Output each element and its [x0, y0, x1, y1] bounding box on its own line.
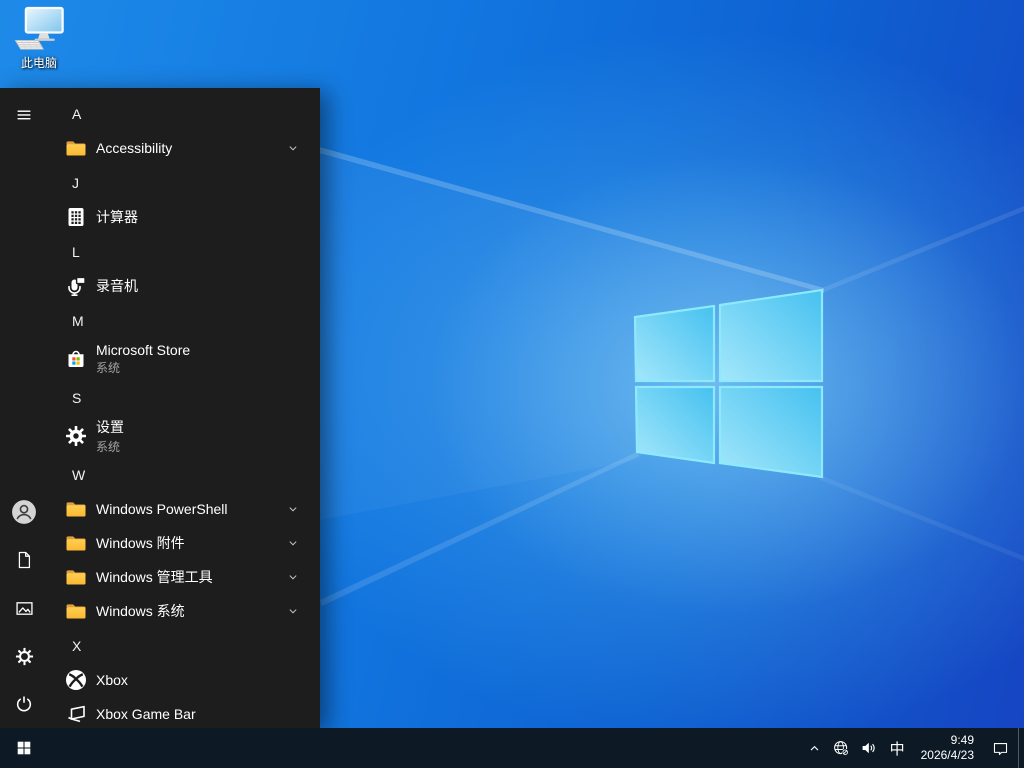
- chevron-down-icon: [286, 570, 300, 584]
- folder-icon: [64, 136, 88, 160]
- clock-date: 2026/4/23: [921, 748, 974, 763]
- app-item-settings[interactable]: 设置系统: [48, 415, 320, 457]
- desktop-icon-this-pc[interactable]: 此电脑: [6, 6, 72, 71]
- rail-settings-button[interactable]: [0, 632, 48, 680]
- chevron-down-icon: [286, 141, 300, 155]
- app-item-subtitle: 系统: [96, 359, 190, 376]
- app-item-label: Windows 系统: [96, 601, 185, 621]
- app-item-windows-system[interactable]: Windows 系统: [48, 594, 320, 628]
- gear-o-icon: [14, 646, 35, 667]
- pics-icon: [14, 598, 35, 619]
- app-item-label: Windows 管理工具: [96, 567, 213, 587]
- gear-icon: [64, 424, 88, 448]
- windows-logo-icon: [15, 739, 33, 757]
- tray-show-hidden-icons-button[interactable]: [802, 728, 827, 768]
- app-item-windows-accessories[interactable]: Windows 附件: [48, 526, 320, 560]
- app-item-label: 录音机: [96, 276, 138, 296]
- app-item-label: Microsoft Store: [96, 342, 190, 358]
- tray-network-button[interactable]: [827, 728, 855, 768]
- start-menu: AAccessibilityJ计算器L录音机MMicrosoft Store系统…: [0, 88, 320, 728]
- power-icon: [14, 694, 34, 714]
- user-icon: [11, 499, 37, 525]
- rail-pictures-button[interactable]: [0, 584, 48, 632]
- section-header-s[interactable]: S: [48, 380, 320, 415]
- action-center-button[interactable]: [983, 728, 1018, 768]
- start-menu-rail: [0, 88, 48, 728]
- gamebar-icon: [64, 702, 88, 726]
- app-item-label: Xbox: [96, 672, 128, 688]
- system-tray: 中 9:49 2026/4/23: [802, 728, 1024, 768]
- section-header-j[interactable]: J: [48, 165, 320, 200]
- section-letter: M: [72, 313, 84, 329]
- section-letter: J: [72, 175, 79, 191]
- app-item-label: 设置: [96, 417, 124, 437]
- folder-icon: [64, 531, 88, 555]
- app-item-windows-admin-tools[interactable]: Windows 管理工具: [48, 560, 320, 594]
- app-item-label: Windows PowerShell: [96, 501, 228, 517]
- section-header-a[interactable]: A: [48, 96, 320, 131]
- chevron-down-icon: [286, 502, 300, 516]
- recorder-icon: [64, 274, 88, 298]
- xbox-icon: [64, 668, 88, 692]
- section-letter: S: [72, 390, 81, 406]
- app-item-xbox[interactable]: Xbox: [48, 663, 320, 697]
- doc-icon: [14, 550, 34, 570]
- start-button[interactable]: [0, 728, 48, 768]
- app-item-calculator[interactable]: 计算器: [48, 200, 320, 234]
- section-letter: A: [72, 106, 81, 122]
- store-icon: [64, 347, 88, 371]
- clock-time: 9:49: [921, 733, 974, 748]
- chevron-down-icon: [286, 536, 300, 550]
- rail-user-button[interactable]: [0, 488, 48, 536]
- section-letter: L: [72, 244, 80, 260]
- app-item-label: Windows 附件: [96, 533, 185, 553]
- app-item-voice-recorder[interactable]: 录音机: [48, 269, 320, 303]
- globe-no-internet-icon: [832, 739, 850, 757]
- tray-volume-button[interactable]: [855, 728, 883, 768]
- app-item-xbox-game-bar[interactable]: Xbox Game Bar: [48, 697, 320, 728]
- hamburger-icon: [15, 106, 33, 124]
- app-item-microsoft-store[interactable]: Microsoft Store系统: [48, 338, 320, 380]
- app-item-label: Accessibility: [96, 140, 172, 156]
- app-item-windows-powershell[interactable]: Windows PowerShell: [48, 492, 320, 526]
- rail-power-button[interactable]: [0, 680, 48, 728]
- app-item-label: 计算器: [96, 207, 138, 227]
- start-menu-app-list: AAccessibilityJ计算器L录音机MMicrosoft Store系统…: [48, 88, 320, 728]
- chevron-down-icon: [286, 604, 300, 618]
- app-item-accessibility[interactable]: Accessibility: [48, 131, 320, 165]
- ime-indicator[interactable]: 中: [883, 728, 912, 768]
- section-letter: X: [72, 638, 81, 654]
- section-header-l[interactable]: L: [48, 234, 320, 269]
- start-menu-expand-button[interactable]: [0, 91, 48, 139]
- this-pc-icon: [11, 6, 67, 52]
- calculator-icon: [64, 205, 88, 229]
- folder-icon: [64, 497, 88, 521]
- folder-icon: [64, 599, 88, 623]
- section-header-w[interactable]: W: [48, 457, 320, 492]
- show-desktop-button[interactable]: [1018, 728, 1024, 768]
- chevron-up-icon: [807, 741, 822, 756]
- speaker-icon: [860, 739, 878, 757]
- app-item-subtitle: 系统: [96, 438, 124, 455]
- action-center-icon: [992, 740, 1009, 757]
- section-letter: W: [72, 467, 85, 483]
- rail-documents-button[interactable]: [0, 536, 48, 584]
- folder-icon: [64, 565, 88, 589]
- desktop-icon-label: 此电脑: [21, 54, 57, 71]
- section-header-m[interactable]: M: [48, 303, 320, 338]
- app-item-label: Xbox Game Bar: [96, 706, 196, 722]
- taskbar-clock[interactable]: 9:49 2026/4/23: [912, 733, 983, 763]
- taskbar: 中 9:49 2026/4/23: [0, 728, 1024, 768]
- section-header-x[interactable]: X: [48, 628, 320, 663]
